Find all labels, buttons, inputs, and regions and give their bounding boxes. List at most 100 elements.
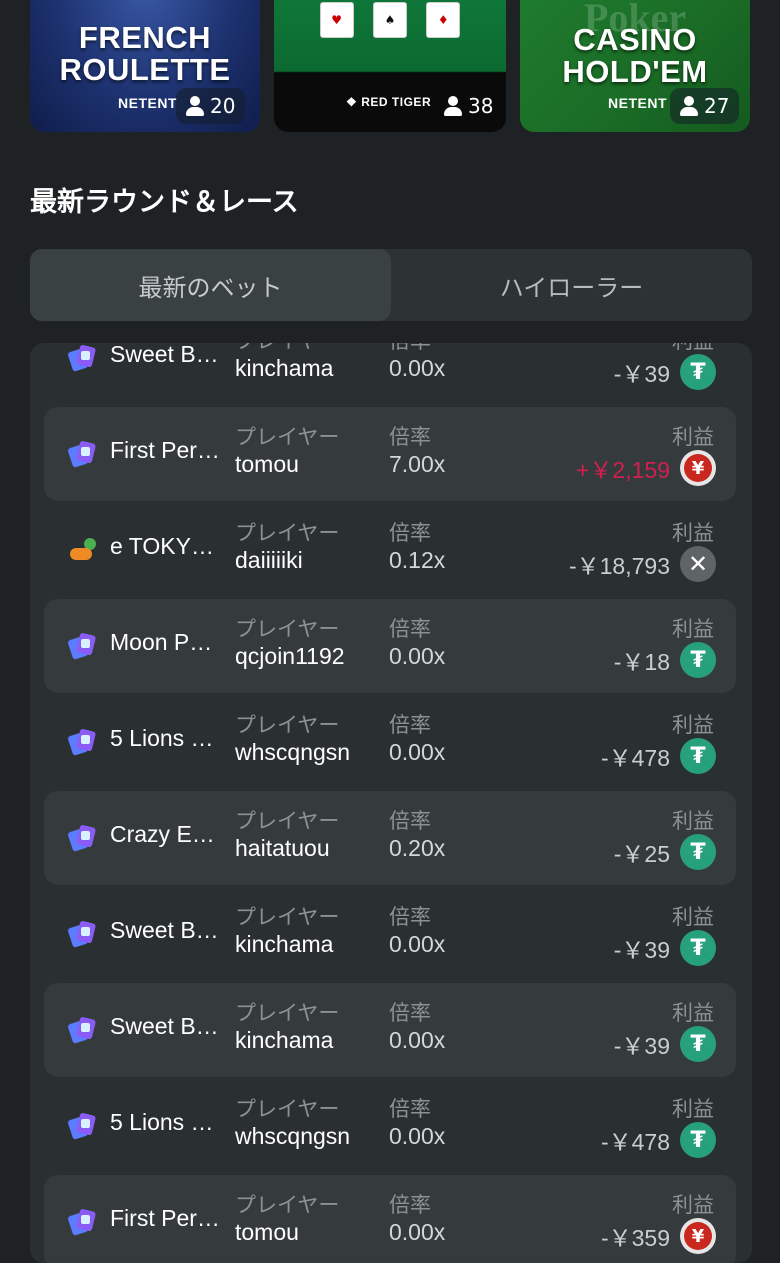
player-label: プレイヤー [235, 617, 340, 641]
game-name: First Per… [110, 437, 220, 463]
profit-value: -￥39 [613, 937, 670, 963]
game-name: Moon P… [110, 629, 213, 655]
profit-value: -￥359 [600, 1225, 670, 1251]
player-label: プレイヤー [235, 905, 340, 929]
multiplier-label: 倍率 [389, 905, 431, 929]
game-card-french-roulette[interactable]: FRENCH ROULETTE NETENT 20 [30, 0, 260, 132]
jpy-icon: ¥ [680, 1218, 716, 1254]
profit-label: 利益 [672, 521, 714, 545]
multiplier-label: 倍率 [389, 713, 431, 737]
game-name: First Per… [110, 1205, 220, 1231]
multiplier-value: 0.00x [389, 643, 446, 669]
player-count-badge: 27 [670, 88, 740, 124]
original-game-icon [68, 536, 98, 564]
multiplier-value: 0.00x [389, 1219, 446, 1245]
slot-icon [68, 920, 98, 948]
usdt-icon: ₮ [680, 642, 716, 678]
multiplier-value: 0.00x [389, 1027, 446, 1053]
bet-row[interactable]: Sweet B… プレイヤーkinchama 倍率0.00x 利益-￥39 ₮ [44, 343, 736, 405]
player-label: プレイヤー [235, 1097, 340, 1121]
game-card-casino-holdem[interactable]: Poker CASINO HOLD'EM NETENT 27 [520, 0, 750, 132]
multiplier-value: 0.20x [389, 835, 446, 861]
profit-label: 利益 [672, 1193, 714, 1217]
card-icon: ♦ [426, 2, 461, 38]
player-name: tomou [235, 1219, 299, 1245]
multiplier-label: 倍率 [389, 425, 431, 449]
game-name: e TOKY… [110, 533, 214, 559]
usdt-icon: ₮ [680, 1122, 716, 1158]
profit-value: +￥2,159 [576, 457, 670, 483]
player-count: 38 [468, 94, 494, 118]
player-count: 20 [210, 94, 236, 118]
profit-label: 利益 [672, 343, 714, 355]
player-name: whscqngsn [235, 739, 351, 765]
slot-icon [68, 344, 98, 372]
usdt-icon: ₮ [680, 834, 716, 870]
multiplier-value: 0.12x [389, 547, 446, 573]
multiplier-label: 倍率 [389, 1001, 431, 1025]
player-name: kinchama [235, 931, 334, 957]
player-label: プレイヤー [235, 713, 340, 737]
player-name: tomou [235, 451, 299, 477]
player-label: プレイヤー [235, 1193, 340, 1217]
player-name: haitatuou [235, 835, 330, 861]
player-name: qcjoin1192 [235, 643, 345, 669]
profit-value: -￥478 [600, 1129, 670, 1155]
player-label: プレイヤー [235, 343, 339, 355]
multiplier-label: 倍率 [389, 617, 431, 641]
bet-row[interactable]: Sweet B… プレイヤーkinchama 倍率0.00x 利益-￥39 ₮ [44, 887, 736, 981]
player-name: whscqngsn [235, 1123, 351, 1149]
profit-value: -￥18,793 [568, 553, 670, 579]
slot-icon [68, 440, 98, 468]
profit-value: -￥25 [613, 841, 670, 867]
game-name: Sweet B… [110, 1013, 219, 1039]
game-card-title: CASINO HOLD'EM [562, 22, 708, 89]
bet-row[interactable]: First Per… プレイヤー tomou 倍率 0.00x 利益 -￥359 ¥ [44, 1175, 736, 1263]
game-carousel: FRENCH ROULETTE NETENT 20 ♥ ♠ ♦ ❖ RED TI… [0, 0, 780, 140]
slot-icon [68, 1016, 98, 1044]
bet-row[interactable]: Crazy E… プレイヤー haitatuou 倍率 0.20x 利益 -￥25 ₮ [44, 791, 736, 885]
bet-tabs: 最新のベット ハイローラー [30, 249, 752, 321]
profit-label: 利益 [672, 617, 714, 641]
game-card-title: FRENCH ROULETTE [59, 20, 231, 87]
bets-list: Sweet B…プレイヤーkinchama倍率0.00x利益-￥39₮First… [30, 343, 752, 1263]
bet-row[interactable]: e TOKY… プレイヤー daiiiiiki 倍率 0.12x 利益 -￥18,793 ✕ [44, 503, 736, 597]
slot-icon [68, 1112, 98, 1140]
xrp-icon: ✕ [680, 546, 716, 582]
player-label: プレイヤー [235, 1001, 340, 1025]
usdt-icon: ₮ [680, 354, 716, 390]
player-name: kinchama [235, 1027, 334, 1053]
provider-logo: ❖ RED TIGER [346, 95, 432, 109]
game-name: Crazy E… [110, 821, 215, 847]
multiplier-label: 倍率 [389, 1193, 431, 1217]
game-card-red-tiger-blackjack[interactable]: ♥ ♠ ♦ ❖ RED TIGER 38 [274, 0, 506, 132]
game-name: Sweet B… [110, 343, 219, 367]
bet-row[interactable]: 5 Lions … プレイヤー whscqngsn 倍率 0.00x 利益 -￥478 ₮ [44, 695, 736, 789]
player-name: kinchama [235, 355, 334, 381]
bet-row[interactable]: Sweet B… プレイヤーkinchama 倍率0.00x 利益-￥39 ₮ [44, 983, 736, 1077]
usdt-icon: ₮ [680, 738, 716, 774]
slot-icon [68, 824, 98, 852]
game-name: 5 Lions … [110, 1109, 214, 1135]
card-icon: ♠ [372, 2, 407, 38]
slot-icon [68, 728, 98, 756]
tab-high-rollers[interactable]: ハイローラー [391, 249, 752, 321]
multiplier-value: 0.00x [389, 931, 446, 957]
jpy-icon: ¥ [680, 450, 716, 486]
profit-value: -￥39 [613, 361, 670, 387]
profit-value: -￥39 [613, 1033, 670, 1059]
profit-value: -￥478 [600, 745, 670, 771]
multiplier-value: 0.00x [389, 739, 446, 765]
bet-row[interactable]: First Per… プレイヤー tomou 倍率 7.00x 利益 +￥2,159 ¥ [44, 407, 736, 501]
player-count-badge: 38 [434, 88, 503, 124]
player-label: プレイヤー [235, 521, 340, 545]
player-count: 27 [704, 94, 730, 118]
bet-row[interactable]: Moon P… プレイヤー qcjoin1192 倍率 0.00x 利益 -￥18 ₮ [44, 599, 736, 693]
profit-label: 利益 [672, 713, 714, 737]
tab-latest-bets[interactable]: 最新のベット [30, 249, 391, 321]
bet-row[interactable]: 5 Lions … プレイヤー whscqngsn 倍率 0.00x 利益 -￥478 ₮ [44, 1079, 736, 1173]
tiger-icon: ❖ [346, 95, 358, 109]
person-icon [680, 96, 698, 116]
person-icon [186, 96, 204, 116]
player-count-badge: 20 [176, 88, 246, 124]
